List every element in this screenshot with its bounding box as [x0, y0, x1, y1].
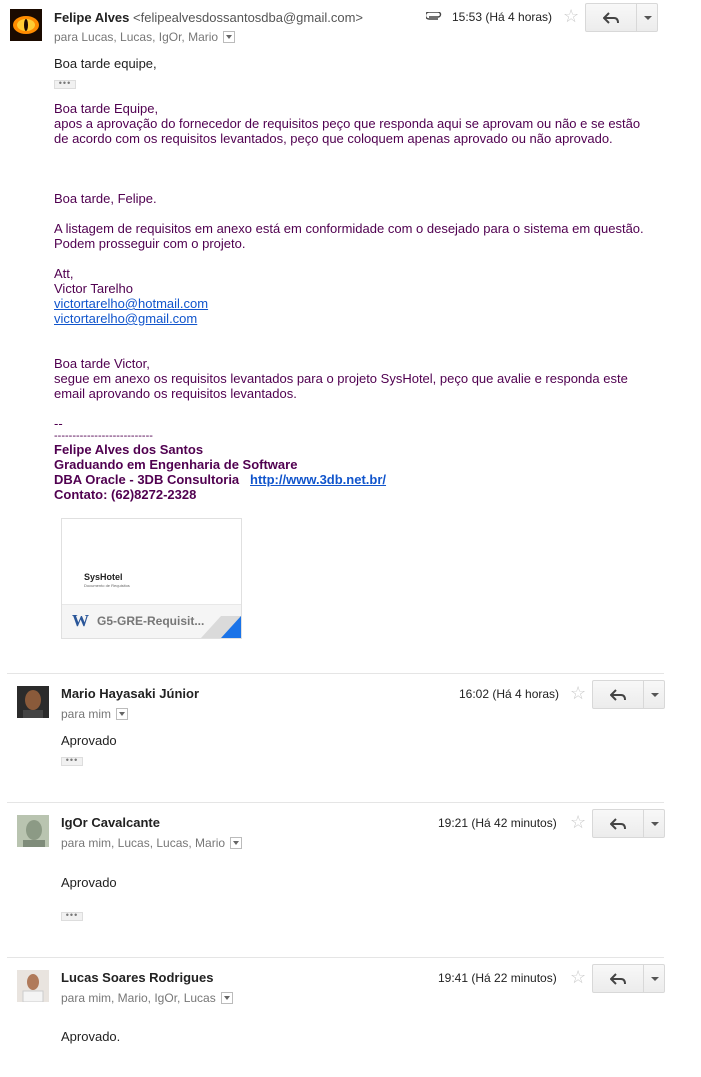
reply-button-group	[592, 680, 665, 709]
show-trimmed-content-button[interactable]: •••	[54, 79, 76, 89]
message-time[interactable]: 16:02 (Há 4 horas)	[459, 687, 559, 701]
sender-name[interactable]: Lucas Soares Rodrigues	[61, 970, 213, 985]
show-details-dropdown-icon[interactable]	[223, 31, 236, 43]
quote2-line5: Victor Tarelho	[54, 281, 134, 296]
signature-company: DBA Oracle - 3DB Consultoria	[54, 472, 240, 487]
more-options-button[interactable]	[643, 965, 665, 992]
recipients-text: para mim	[61, 707, 112, 721]
avatar-lucas	[17, 970, 49, 1002]
show-details-dropdown-icon[interactable]	[220, 992, 233, 1004]
show-details-dropdown-icon[interactable]	[230, 837, 243, 849]
recipients-line: para Lucas, Lucas, IgOr, Mario	[54, 30, 236, 44]
star-icon[interactable]: ☆	[570, 968, 586, 986]
signature-name: Felipe Alves dos Santos	[54, 442, 204, 457]
reply-button[interactable]	[593, 965, 643, 992]
quote2-line1: Boa tarde, Felipe.	[54, 191, 157, 206]
recipients-text: para mim, Lucas, Lucas, Mario	[61, 836, 226, 850]
star-icon[interactable]: ☆	[570, 813, 586, 831]
recipients-line: para mim, Mario, IgOr, Lucas	[61, 991, 233, 1005]
quoted-message-2: Boa tarde, Felipe. A listagem de requisi…	[54, 191, 644, 326]
email-link-hotmail[interactable]: victortarelho@hotmail.com	[54, 296, 208, 311]
recipients-line: para mim, Lucas, Lucas, Mario	[61, 836, 243, 850]
recipients-line: para mim	[61, 707, 129, 721]
message-body: Aprovado.	[61, 1029, 121, 1044]
attachment-footer: W G5-GRE-Requisit...	[62, 604, 241, 638]
signature-title: Graduando em Engenharia de Software	[54, 457, 298, 472]
email-link-gmail[interactable]: victortarelho@gmail.com	[54, 311, 197, 326]
recipients-text: para mim, Mario, IgOr, Lucas	[61, 991, 216, 1005]
quote3-line2: segue em anexo os requisitos levantados …	[54, 371, 628, 386]
signature-rule: ---------------------------	[54, 430, 153, 442]
sender-email: <felipealvesdossantosdba@gmail.com>	[133, 10, 364, 25]
reply-arrow-icon	[610, 688, 626, 701]
reply-arrow-icon	[610, 817, 626, 830]
sender-name[interactable]: IgOr Cavalcante	[61, 815, 160, 830]
reply-button[interactable]	[586, 4, 636, 31]
word-file-icon: W	[72, 611, 89, 630]
signature-dash: --	[54, 416, 63, 431]
avatar-igor	[17, 815, 49, 847]
reply-button-group	[592, 964, 665, 993]
quote3-line1: Boa tarde Victor,	[54, 356, 150, 371]
quoted-message-3: Boa tarde Victor, segue em anexo os requ…	[54, 356, 628, 502]
quote1-line1: Boa tarde Equipe,	[54, 101, 159, 116]
message-divider	[7, 673, 664, 674]
message-body: Aprovado	[61, 733, 117, 748]
star-icon[interactable]: ☆	[570, 684, 586, 702]
quote1-line3: de acordo com os requisitos levantados, …	[54, 131, 613, 146]
more-options-button[interactable]	[636, 4, 658, 31]
quote3-line3: email aprovando os requisitos levantados…	[54, 386, 297, 401]
attachment-card[interactable]: SysHotel Documento de Requisitos W G5-GR…	[61, 518, 242, 639]
attachment-preview-subtitle: Documento de Requisitos	[84, 583, 130, 588]
attachment-preview-title: SysHotel	[84, 572, 123, 582]
sender-header: Felipe Alves <felipealvesdossantosdba@gm…	[54, 10, 363, 25]
recipients-text: para Lucas, Lucas, IgOr, Mario	[54, 30, 219, 44]
sender-name[interactable]: Felipe Alves	[54, 10, 129, 25]
reply-arrow-icon	[603, 11, 619, 24]
paperclip-icon	[426, 12, 442, 20]
reply-button[interactable]	[593, 681, 643, 708]
reply-button[interactable]	[593, 810, 643, 837]
message-time[interactable]: 19:21 (Há 42 minutos)	[438, 816, 557, 830]
message-body: Aprovado	[61, 875, 117, 890]
attachment-file-name: G5-GRE-Requisit...	[97, 614, 205, 628]
sender-name[interactable]: Mario Hayasaki Júnior	[61, 686, 199, 701]
message-time[interactable]: 19:41 (Há 22 minutos)	[438, 971, 557, 985]
more-options-button[interactable]	[643, 681, 665, 708]
reply-button-group	[592, 809, 665, 838]
reply-button-group	[585, 3, 658, 32]
signature-company-line: DBA Oracle - 3DB Consultoria http://www.…	[54, 472, 628, 487]
avatar-mario	[17, 686, 49, 718]
quoted-message-1: Boa tarde Equipe, apos a aprovação do fo…	[54, 101, 640, 146]
reply-arrow-icon	[610, 972, 626, 985]
company-website-link[interactable]: http://www.3db.net.br/	[250, 472, 386, 487]
message-time[interactable]: 15:53 (Há 4 horas)	[452, 10, 552, 24]
greeting-text: Boa tarde equipe,	[54, 56, 157, 71]
message-divider	[7, 957, 664, 958]
message-divider	[7, 802, 664, 803]
show-trimmed-content-button[interactable]: •••	[61, 911, 83, 921]
quote2-line3: Podem prosseguir com o projeto.	[54, 236, 246, 251]
show-details-dropdown-icon[interactable]	[116, 708, 129, 720]
quote2-line2: A listagem de requisitos em anexo está e…	[54, 221, 644, 236]
more-options-button[interactable]	[643, 810, 665, 837]
signature-contact: Contato: (62)8272-2328	[54, 487, 197, 502]
avatar-felipe	[10, 9, 42, 41]
quote2-line4: Att,	[54, 266, 74, 281]
download-corner-icon	[201, 616, 241, 638]
show-trimmed-content-button[interactable]: •••	[61, 756, 83, 766]
quote1-line2: apos a aprovação do fornecedor de requis…	[54, 116, 641, 131]
star-icon[interactable]: ☆	[563, 7, 579, 25]
